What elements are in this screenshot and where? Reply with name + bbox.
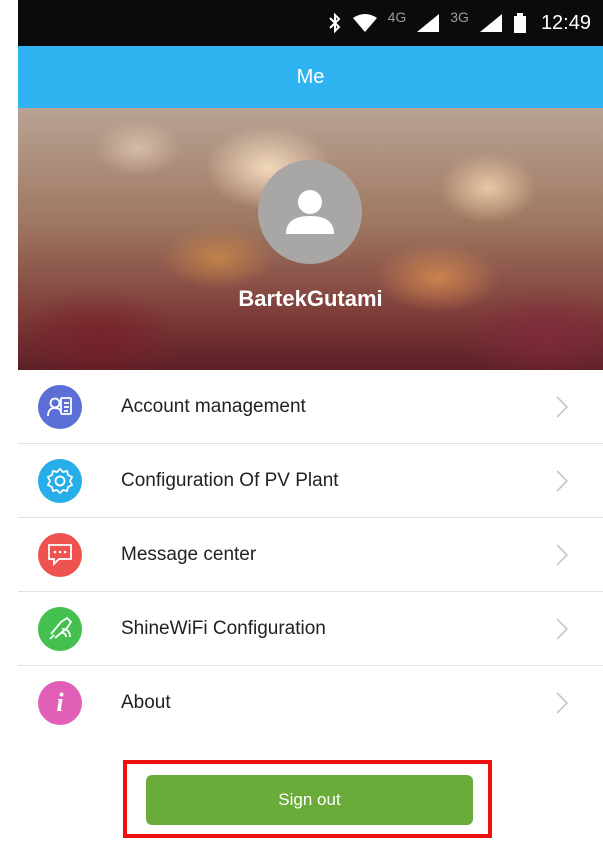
user-icon — [286, 190, 334, 234]
sign-out-button[interactable]: Sign out — [146, 775, 473, 825]
chevron-right-icon — [556, 395, 569, 418]
title-bar: Me — [18, 46, 603, 108]
account-card-icon — [38, 384, 82, 429]
status-time: 12:49 — [540, 11, 591, 34]
status-bar: 4G 3G 12:49 — [18, 0, 603, 46]
gear-icon — [38, 458, 82, 503]
avatar[interactable] — [258, 160, 362, 264]
menu-item-label: ShineWiFi Configuration — [121, 617, 326, 639]
signal-icon — [417, 14, 440, 32]
menu-item-pv-plant-configuration[interactable]: Configuration Of PV Plant — [18, 444, 603, 518]
status-icons: 4G 3G 12:49 — [328, 0, 591, 46]
chevron-right-icon — [556, 617, 569, 640]
menu-item-label: Account management — [121, 395, 306, 417]
bluetooth-icon — [328, 12, 340, 34]
username: BartekGutami — [238, 286, 383, 311]
wifi-plug-icon — [38, 606, 82, 651]
chevron-right-icon — [556, 543, 569, 566]
menu-item-message-center[interactable]: Message center — [18, 518, 603, 592]
signal-icon — [479, 14, 502, 32]
menu-item-label: Message center — [121, 543, 257, 565]
menu-item-about[interactable]: i About — [18, 666, 603, 739]
info-icon: i — [38, 680, 82, 725]
settings-menu: Account management Configuration Of PV P… — [18, 370, 603, 739]
network-type-3g: 3G — [450, 9, 469, 25]
page-title: Me — [296, 65, 325, 88]
menu-item-account-management[interactable]: Account management — [18, 370, 603, 444]
wifi-icon — [352, 14, 377, 32]
menu-item-shinewifi-configuration[interactable]: ShineWiFi Configuration — [18, 592, 603, 666]
menu-item-label: Configuration Of PV Plant — [121, 469, 339, 491]
profile-header: BartekGutami — [18, 108, 603, 370]
battery-icon — [513, 13, 526, 33]
network-type-4g: 4G — [387, 9, 407, 25]
menu-item-label: About — [121, 691, 171, 713]
chevron-right-icon — [556, 691, 569, 714]
chevron-right-icon — [556, 469, 569, 492]
message-icon — [38, 532, 82, 577]
